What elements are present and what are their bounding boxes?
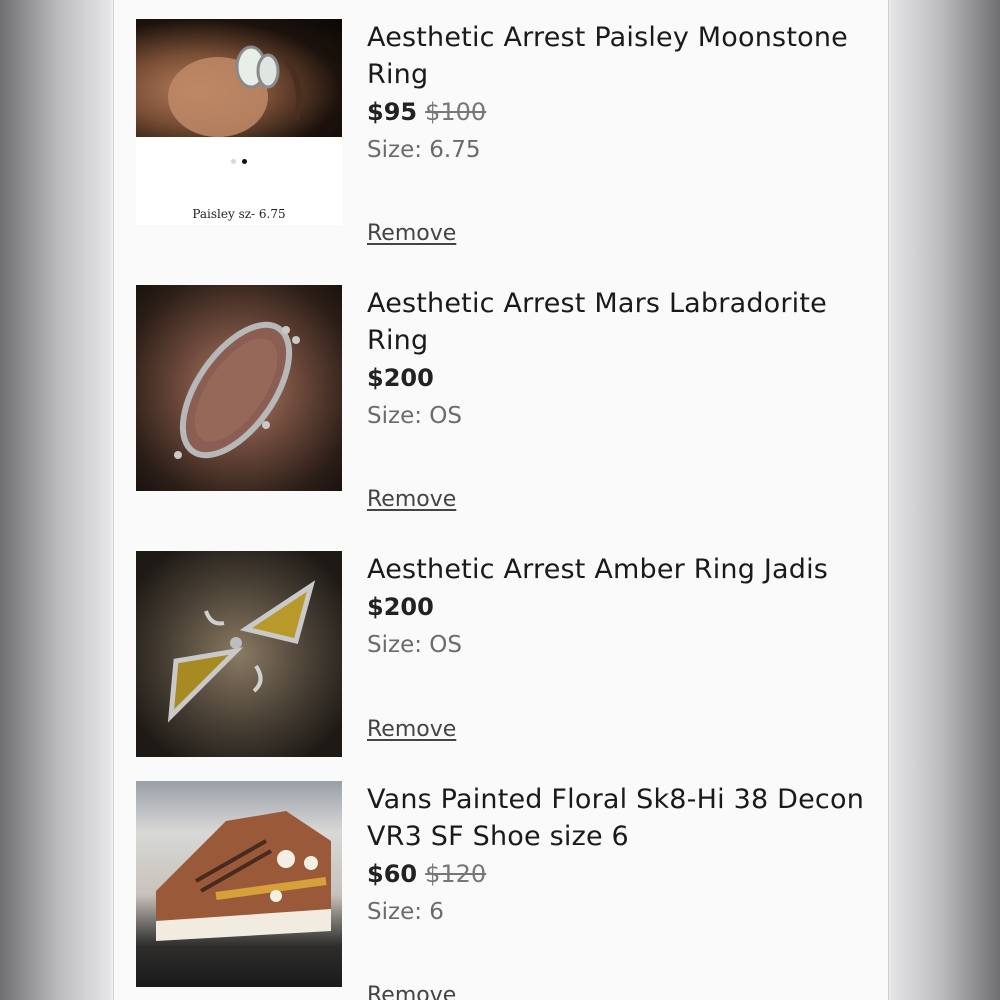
item-price: $200 — [367, 593, 434, 621]
item-price: $95 — [367, 98, 418, 126]
carousel-dots — [228, 149, 250, 168]
remove-button[interactable]: Remove — [367, 717, 456, 742]
item-title[interactable]: Aesthetic Arrest Paisley Moonstone Ring — [367, 19, 877, 93]
item-original-price: $100 — [425, 98, 487, 126]
item-title[interactable]: Aesthetic Arrest Mars Labradorite Ring — [367, 285, 877, 359]
item-price: $60 — [367, 860, 418, 888]
remove-button[interactable]: Remove — [367, 221, 456, 246]
moonstone-ring-photo — [168, 45, 303, 137]
item-size: Size: OS — [367, 632, 462, 658]
item-size: Size: 6.75 — [367, 137, 481, 163]
product-image[interactable] — [136, 781, 342, 987]
product-image[interactable]: Paisley sz- 6.75 — [136, 19, 342, 225]
product-image[interactable] — [136, 285, 342, 491]
remove-button[interactable]: Remove — [367, 983, 456, 1000]
image-caption: Paisley sz- 6.75 — [192, 207, 286, 221]
item-price: $200 — [367, 364, 434, 392]
cart-panel: Paisley sz- 6.75 Aesthetic Arrest Paisle… — [113, 0, 889, 1000]
sneaker-photo — [156, 811, 331, 941]
labradorite-ring-photo — [174, 321, 300, 459]
remove-button[interactable]: Remove — [367, 487, 456, 512]
item-original-price: $120 — [425, 860, 487, 888]
item-title[interactable]: Vans Painted Floral Sk8-Hi 38 Decon VR3 … — [367, 781, 877, 855]
item-size: Size: 6 — [367, 899, 444, 925]
amber-ring-photo — [167, 580, 316, 723]
product-image[interactable] — [136, 551, 342, 757]
item-size: Size: OS — [367, 403, 462, 429]
item-title[interactable]: Aesthetic Arrest Amber Ring Jadis — [367, 551, 877, 588]
